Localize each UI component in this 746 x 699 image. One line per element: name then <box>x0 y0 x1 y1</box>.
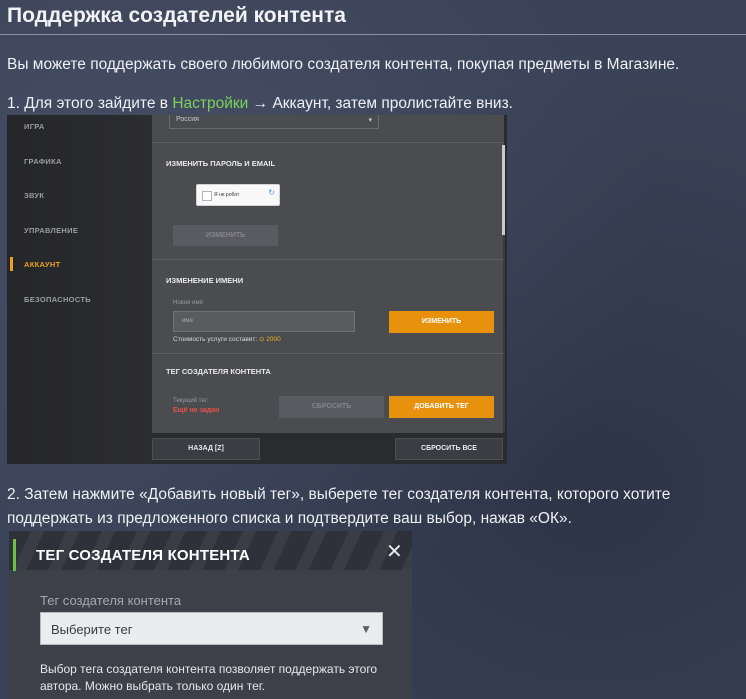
settings-link[interactable]: Настройки <box>172 95 248 112</box>
step-1-prefix: 1. Для этого зайдите в <box>7 95 173 112</box>
divider <box>152 259 504 260</box>
select-value: Выберите тег <box>51 622 133 637</box>
sidebar-item-sound[interactable]: ЗВУК <box>24 191 44 200</box>
scrollbar-thumb[interactable] <box>502 145 505 235</box>
creator-tag-title: ТЕГ СОЗДАТЕЛЯ КОНТЕНТА <box>166 367 271 376</box>
divider <box>152 142 504 143</box>
settings-screenshot: ИГРА ГРАФИКА ЗВУК УПРАВЛЕНИЕ АККАУНТ БЕЗ… <box>7 115 507 464</box>
creator-tag-label: Тег создателя контента <box>40 593 182 608</box>
sidebar-item-graphics[interactable]: ГРАФИКА <box>24 157 62 166</box>
divider <box>152 353 504 354</box>
dialog-accent <box>13 539 16 571</box>
country-value: Россия <box>176 116 199 123</box>
creator-tag-dialog: ТЕГ СОЗДАТЕЛЯ КОНТЕНТА ✕ Тег создателя к… <box>9 531 412 699</box>
step-1-text: 1. Для этого зайдите в Настройки → Аккау… <box>7 92 513 116</box>
step-1-suffix: → Аккаунт, затем пролистайте вниз. <box>248 95 513 112</box>
close-icon[interactable]: ✕ <box>386 542 403 562</box>
reset-all-button[interactable]: СБРОСИТЬ ВСЕ <box>395 438 503 460</box>
sidebar-item-account[interactable]: АККАУНТ <box>24 260 60 269</box>
cost-text: Стоимость услуги составит: ⊙ 2000 <box>173 335 281 343</box>
active-indicator <box>10 257 13 271</box>
dialog-description: Выбор тега создателя контента позволяет … <box>40 662 378 693</box>
dialog-title: ТЕГ СОЗДАТЕЛЯ КОНТЕНТА <box>36 547 250 564</box>
country-select[interactable]: Россия ▾ <box>169 115 379 129</box>
cost-value: 2000 <box>266 336 281 343</box>
coin-icon: ⊙ <box>259 336 265 343</box>
step-2-text: 2. Затем нажмите «Добавить новый тег», в… <box>7 486 671 527</box>
current-tag-value: Ещё не задан <box>173 407 220 414</box>
name-change-title: ИЗМЕНЕНИЕ ИМЕНИ <box>166 276 244 285</box>
sidebar-item-controls[interactable]: УПРАВЛЕНИЕ <box>24 226 78 235</box>
change-name-button[interactable]: ИЗМЕНИТЬ <box>389 311 494 333</box>
current-tag-label: Текущий тег: <box>173 398 209 404</box>
settings-sidebar: ИГРА ГРАФИКА ЗВУК УПРАВЛЕНИЕ АККАУНТ БЕЗ… <box>7 115 152 464</box>
new-name-input[interactable]: имя <box>173 311 355 332</box>
reset-tag-button[interactable]: СБРОСИТЬ <box>279 396 384 418</box>
change-password-title: ИЗМЕНИТЬ ПАРОЛЬ И EMAIL <box>166 159 276 168</box>
page-title: Поддержка создателей контента <box>7 4 346 27</box>
captcha-widget[interactable]: Я не робот ↻ <box>196 184 280 206</box>
sidebar-item-game[interactable]: ИГРА <box>24 122 45 131</box>
recaptcha-icon: ↻ <box>268 188 275 197</box>
add-tag-button[interactable]: ДОБАВИТЬ ТЕГ <box>389 396 494 418</box>
title-divider <box>0 34 746 35</box>
intro-text: Вы можете поддержать своего любимого соз… <box>7 56 680 73</box>
creator-tag-select[interactable]: Выберите тег ▼ <box>40 612 383 645</box>
back-button[interactable]: НАЗАД [Z] <box>152 438 260 460</box>
cost-label: Стоимость услуги составит: <box>173 336 258 343</box>
change-credentials-button[interactable]: ИЗМЕНИТЬ <box>173 225 278 246</box>
chevron-down-icon: ▾ <box>368 117 372 124</box>
captcha-label: Я не робот <box>214 192 240 198</box>
captcha-checkbox[interactable] <box>202 191 212 201</box>
new-name-label: Новое имя <box>173 300 203 306</box>
chevron-down-icon: ▼ <box>360 622 372 636</box>
account-panel: Россия ▾ ИЗМЕНИТЬ ПАРОЛЬ И EMAIL Я не ро… <box>152 115 504 433</box>
sidebar-item-security[interactable]: БЕЗОПАСНОСТЬ <box>24 295 91 304</box>
